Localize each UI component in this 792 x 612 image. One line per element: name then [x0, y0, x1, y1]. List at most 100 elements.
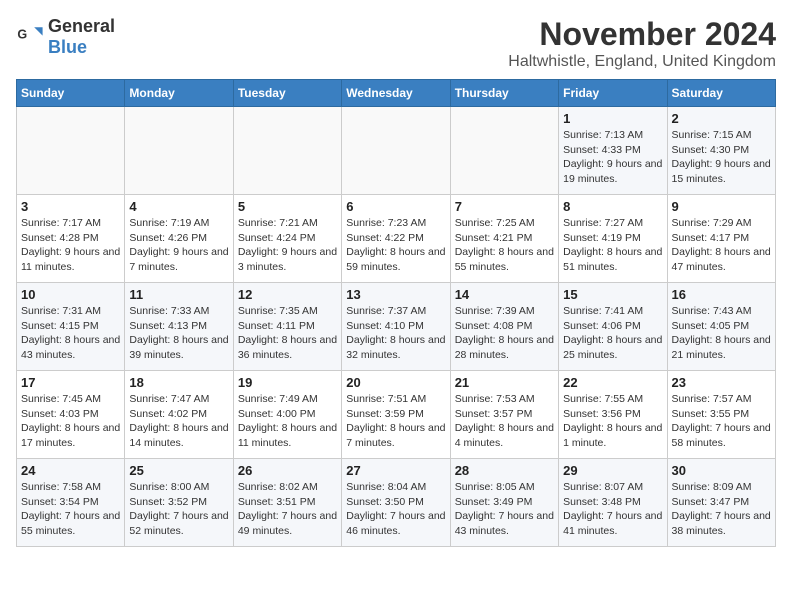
- header-row: SundayMondayTuesdayWednesdayThursdayFrid…: [17, 80, 776, 107]
- calendar-week-row: 24 Sunrise: 7:58 AM Sunset: 3:54 PM Dayli…: [17, 459, 776, 547]
- calendar-cell: 3 Sunrise: 7:17 AM Sunset: 4:28 PM Daylig…: [17, 195, 125, 283]
- day-info: Sunrise: 7:33 AM Sunset: 4:13 PM Dayligh…: [129, 304, 228, 363]
- day-info: Sunrise: 7:53 AM Sunset: 3:57 PM Dayligh…: [455, 392, 554, 451]
- day-number: 6: [346, 199, 445, 214]
- calendar-cell: 21 Sunrise: 7:53 AM Sunset: 3:57 PM Dayli…: [450, 371, 558, 459]
- day-number: 19: [238, 375, 337, 390]
- day-number: 16: [672, 287, 771, 302]
- calendar-body: 1 Sunrise: 7:13 AM Sunset: 4:33 PM Daylig…: [17, 107, 776, 547]
- calendar-cell: 8Sunrise: 7:27 AM Sunset: 4:19 PM Daylig…: [559, 195, 667, 283]
- day-number: 9: [672, 199, 771, 214]
- day-info: Sunrise: 7:47 AM Sunset: 4:02 PM Dayligh…: [129, 392, 228, 451]
- calendar-week-row: 10Sunrise: 7:31 AM Sunset: 4:15 PM Dayli…: [17, 283, 776, 371]
- calendar-cell: 18 Sunrise: 7:47 AM Sunset: 4:02 PM Dayli…: [125, 371, 233, 459]
- day-number: 26: [238, 463, 337, 478]
- day-number: 27: [346, 463, 445, 478]
- day-info: Sunrise: 7:35 AM Sunset: 4:11 PM Dayligh…: [238, 304, 337, 363]
- day-number: 24: [21, 463, 120, 478]
- day-info: Sunrise: 8:00 AM Sunset: 3:52 PM Dayligh…: [129, 480, 228, 539]
- day-number: 30: [672, 463, 771, 478]
- day-info: Sunrise: 7:25 AM Sunset: 4:21 PM Dayligh…: [455, 216, 554, 275]
- calendar-cell: 28 Sunrise: 8:05 AM Sunset: 3:49 PM Dayli…: [450, 459, 558, 547]
- calendar-cell: 12Sunrise: 7:35 AM Sunset: 4:11 PM Dayli…: [233, 283, 341, 371]
- logo-icon: G: [16, 23, 44, 51]
- day-number: 21: [455, 375, 554, 390]
- day-number: 20: [346, 375, 445, 390]
- day-number: 14: [455, 287, 554, 302]
- calendar-cell: [125, 107, 233, 195]
- day-info: Sunrise: 7:19 AM Sunset: 4:26 PM Dayligh…: [129, 216, 228, 275]
- day-number: 5: [238, 199, 337, 214]
- calendar-cell: [17, 107, 125, 195]
- day-info: Sunrise: 8:02 AM Sunset: 3:51 PM Dayligh…: [238, 480, 337, 539]
- calendar-cell: 5 Sunrise: 7:21 AM Sunset: 4:24 PM Daylig…: [233, 195, 341, 283]
- day-info: Sunrise: 7:45 AM Sunset: 4:03 PM Dayligh…: [21, 392, 120, 451]
- day-number: 29: [563, 463, 662, 478]
- day-of-week-header: Sunday: [17, 80, 125, 107]
- calendar-cell: 23 Sunrise: 7:57 AM Sunset: 3:55 PM Dayli…: [667, 371, 775, 459]
- day-info: Sunrise: 7:13 AM Sunset: 4:33 PM Dayligh…: [563, 128, 662, 187]
- calendar-cell: 26 Sunrise: 8:02 AM Sunset: 3:51 PM Dayli…: [233, 459, 341, 547]
- calendar-cell: 9 Sunrise: 7:29 AM Sunset: 4:17 PM Daylig…: [667, 195, 775, 283]
- svg-text:G: G: [17, 27, 27, 41]
- day-number: 7: [455, 199, 554, 214]
- day-number: 28: [455, 463, 554, 478]
- day-number: 2: [672, 111, 771, 126]
- day-number: 10: [21, 287, 120, 302]
- calendar-cell: 10Sunrise: 7:31 AM Sunset: 4:15 PM Dayli…: [17, 283, 125, 371]
- day-info: Sunrise: 7:58 AM Sunset: 3:54 PM Dayligh…: [21, 480, 120, 539]
- day-info: Sunrise: 7:15 AM Sunset: 4:30 PM Dayligh…: [672, 128, 771, 187]
- calendar-cell: 22 Sunrise: 7:55 AM Sunset: 3:56 PM Dayli…: [559, 371, 667, 459]
- calendar-week-row: 17Sunrise: 7:45 AM Sunset: 4:03 PM Dayli…: [17, 371, 776, 459]
- day-info: Sunrise: 8:05 AM Sunset: 3:49 PM Dayligh…: [455, 480, 554, 539]
- calendar-header: SundayMondayTuesdayWednesdayThursdayFrid…: [17, 80, 776, 107]
- calendar-cell: 17Sunrise: 7:45 AM Sunset: 4:03 PM Dayli…: [17, 371, 125, 459]
- calendar-cell: 1 Sunrise: 7:13 AM Sunset: 4:33 PM Daylig…: [559, 107, 667, 195]
- header: G General Blue November 2024 Haltwhistle…: [16, 16, 776, 71]
- day-number: 1: [563, 111, 662, 126]
- day-info: Sunrise: 7:17 AM Sunset: 4:28 PM Dayligh…: [21, 216, 120, 275]
- day-number: 18: [129, 375, 228, 390]
- day-info: Sunrise: 7:49 AM Sunset: 4:00 PM Dayligh…: [238, 392, 337, 451]
- calendar-week-row: 1 Sunrise: 7:13 AM Sunset: 4:33 PM Daylig…: [17, 107, 776, 195]
- day-number: 13: [346, 287, 445, 302]
- day-info: Sunrise: 7:23 AM Sunset: 4:22 PM Dayligh…: [346, 216, 445, 275]
- calendar-cell: 7 Sunrise: 7:25 AM Sunset: 4:21 PM Daylig…: [450, 195, 558, 283]
- day-info: Sunrise: 8:09 AM Sunset: 3:47 PM Dayligh…: [672, 480, 771, 539]
- calendar-cell: 24 Sunrise: 7:58 AM Sunset: 3:54 PM Dayli…: [17, 459, 125, 547]
- day-info: Sunrise: 7:55 AM Sunset: 3:56 PM Dayligh…: [563, 392, 662, 451]
- calendar-cell: 20Sunrise: 7:51 AM Sunset: 3:59 PM Dayli…: [342, 371, 450, 459]
- calendar-cell: [342, 107, 450, 195]
- logo: G General Blue: [16, 16, 115, 58]
- day-number: 22: [563, 375, 662, 390]
- calendar-cell: 2 Sunrise: 7:15 AM Sunset: 4:30 PM Daylig…: [667, 107, 775, 195]
- day-of-week-header: Thursday: [450, 80, 558, 107]
- day-number: 3: [21, 199, 120, 214]
- day-info: Sunrise: 7:29 AM Sunset: 4:17 PM Dayligh…: [672, 216, 771, 275]
- calendar-cell: 25 Sunrise: 8:00 AM Sunset: 3:52 PM Dayli…: [125, 459, 233, 547]
- day-number: 15: [563, 287, 662, 302]
- day-info: Sunrise: 7:43 AM Sunset: 4:05 PM Dayligh…: [672, 304, 771, 363]
- day-info: Sunrise: 7:37 AM Sunset: 4:10 PM Dayligh…: [346, 304, 445, 363]
- day-info: Sunrise: 8:04 AM Sunset: 3:50 PM Dayligh…: [346, 480, 445, 539]
- day-info: Sunrise: 8:07 AM Sunset: 3:48 PM Dayligh…: [563, 480, 662, 539]
- calendar-table: SundayMondayTuesdayWednesdayThursdayFrid…: [16, 79, 776, 547]
- day-number: 23: [672, 375, 771, 390]
- calendar-cell: 15Sunrise: 7:41 AM Sunset: 4:06 PM Dayli…: [559, 283, 667, 371]
- day-number: 8: [563, 199, 662, 214]
- day-info: Sunrise: 7:21 AM Sunset: 4:24 PM Dayligh…: [238, 216, 337, 275]
- logo-general: General: [48, 16, 115, 36]
- calendar-cell: 14 Sunrise: 7:39 AM Sunset: 4:08 PM Dayli…: [450, 283, 558, 371]
- day-info: Sunrise: 7:57 AM Sunset: 3:55 PM Dayligh…: [672, 392, 771, 451]
- title-area: November 2024 Haltwhistle, England, Unit…: [508, 16, 776, 71]
- calendar-cell: 13 Sunrise: 7:37 AM Sunset: 4:10 PM Dayli…: [342, 283, 450, 371]
- day-number: 4: [129, 199, 228, 214]
- calendar-cell: [233, 107, 341, 195]
- calendar-cell: 29 Sunrise: 8:07 AM Sunset: 3:48 PM Dayli…: [559, 459, 667, 547]
- day-info: Sunrise: 7:39 AM Sunset: 4:08 PM Dayligh…: [455, 304, 554, 363]
- calendar-cell: 11Sunrise: 7:33 AM Sunset: 4:13 PM Dayli…: [125, 283, 233, 371]
- calendar-cell: 19 Sunrise: 7:49 AM Sunset: 4:00 PM Dayli…: [233, 371, 341, 459]
- day-of-week-header: Friday: [559, 80, 667, 107]
- logo-blue: Blue: [48, 37, 87, 57]
- day-number: 25: [129, 463, 228, 478]
